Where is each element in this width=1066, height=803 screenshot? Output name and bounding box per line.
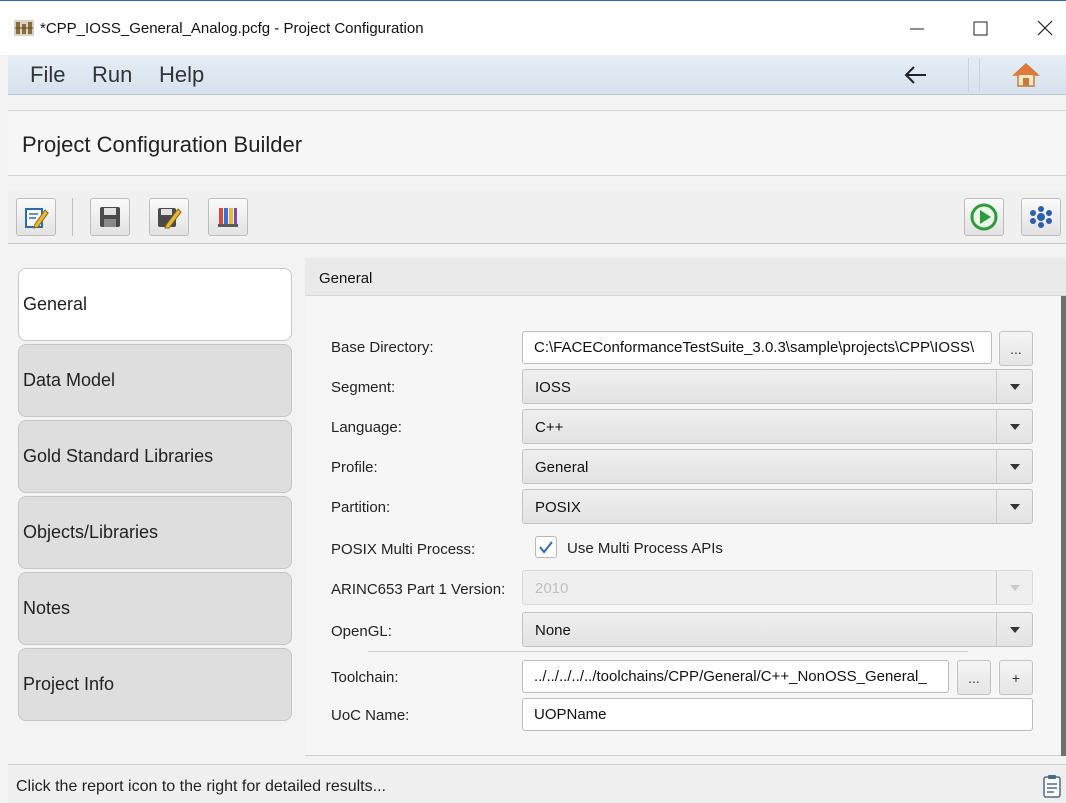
sidebar-item-data-model[interactable]: Data Model <box>18 344 292 417</box>
toolchain-browse-button[interactable]: ... <box>957 660 991 695</box>
posix-multi-process-label: POSIX Multi Process: <box>331 541 476 558</box>
edit-icon[interactable] <box>16 198 56 236</box>
status-bar: Click the report icon to the right for d… <box>8 764 1066 803</box>
general-panel: General Base Directory: C:\FACEConforman… <box>305 258 1066 758</box>
multi-process-checkbox-label[interactable]: Use Multi Process APIs <box>567 540 723 557</box>
profile-select[interactable]: General <box>522 449 1033 484</box>
sidebar-item-project-info[interactable]: Project Info <box>18 648 292 721</box>
toolchain-field[interactable]: ../../../../../toolchains/CPP/General/C+… <box>522 660 949 693</box>
header-band: Project Configuration Builder <box>8 110 1066 176</box>
menu-separator <box>968 58 980 92</box>
base-directory-browse-button[interactable]: ... <box>999 331 1033 366</box>
multi-process-checkbox[interactable] <box>535 536 557 558</box>
arrow-left-icon[interactable] <box>903 62 929 88</box>
sidebar-item-gold-standard-libraries[interactable]: Gold Standard Libraries <box>18 420 292 493</box>
partition-label: Partition: <box>331 499 391 516</box>
profile-value: General <box>535 459 589 476</box>
face-logo-icon <box>14 20 34 36</box>
sidebar-item-general[interactable]: General <box>18 268 292 341</box>
base-directory-label: Base Directory: <box>331 339 434 356</box>
page-title: Project Configuration Builder <box>22 132 303 157</box>
run-icon[interactable] <box>964 198 1004 236</box>
sidebar-item-label: Gold Standard Libraries <box>23 446 214 466</box>
toolchain-label: Toolchain: <box>331 669 399 686</box>
arinc653-version-value: 2010 <box>535 580 569 597</box>
arinc653-version-select: 2010 <box>522 570 1033 605</box>
save-icon[interactable] <box>90 198 130 236</box>
save-as-icon[interactable] <box>149 198 189 236</box>
chevron-down-icon <box>996 571 1032 604</box>
library-icon[interactable] <box>208 198 248 236</box>
close-icon[interactable] <box>1030 13 1060 43</box>
scrollbar[interactable] <box>1061 296 1066 756</box>
toolbar-divider <box>72 198 73 236</box>
sidebar-item-objects-libraries[interactable]: Objects/Libraries <box>18 496 292 569</box>
checkmark-icon <box>539 541 553 554</box>
partition-select[interactable]: POSIX <box>522 489 1033 524</box>
arinc653-version-label: ARINC653 Part 1 Version: <box>331 581 506 598</box>
sidebar-item-label: Notes <box>23 598 71 618</box>
language-select[interactable]: C++ <box>522 409 1033 444</box>
title-bar: *CPP_IOSS_General_Analog.pcfg - Project … <box>0 0 1066 55</box>
report-icon[interactable] <box>1042 774 1062 798</box>
sidebar-item-label: Data Model <box>23 370 116 390</box>
uoc-name-label: UoC Name: <box>331 707 410 724</box>
chevron-down-icon[interactable] <box>996 450 1032 483</box>
chevron-down-icon[interactable] <box>996 410 1032 443</box>
partition-value: POSIX <box>535 499 581 516</box>
section-divider <box>368 651 968 652</box>
minimize-icon[interactable] <box>902 13 932 43</box>
chevron-down-icon[interactable] <box>996 613 1032 646</box>
home-icon[interactable] <box>1012 61 1040 89</box>
menu-file[interactable]: File <box>30 62 65 88</box>
menu-run[interactable]: Run <box>92 62 132 88</box>
segment-label: Segment: <box>331 379 396 396</box>
uoc-name-field[interactable]: UOPName <box>522 698 1033 731</box>
sidebar: General Data Model Gold Standard Librari… <box>8 258 304 758</box>
sidebar-item-label: Project Info <box>23 674 115 694</box>
menu-help[interactable]: Help <box>159 62 204 88</box>
sidebar-item-notes[interactable]: Notes <box>18 572 292 645</box>
panel-title: General <box>319 270 373 287</box>
profile-label: Profile: <box>331 459 378 476</box>
opengl-label: OpenGL: <box>331 623 392 640</box>
status-message: Click the report icon to the right for d… <box>16 778 386 795</box>
panel-body: Base Directory: C:\FACEConformanceTestSu… <box>305 296 1061 756</box>
chevron-down-icon[interactable] <box>996 490 1032 523</box>
toolbar <box>8 190 1066 244</box>
segment-select[interactable]: IOSS <box>522 369 1033 404</box>
base-directory-field[interactable]: C:\FACEConformanceTestSuite_3.0.3\sample… <box>522 331 992 364</box>
opengl-select[interactable]: None <box>522 612 1033 647</box>
panel-header: General <box>305 258 1066 296</box>
config-icon[interactable] <box>1021 198 1061 236</box>
chevron-down-icon[interactable] <box>996 370 1032 403</box>
opengl-value: None <box>535 622 571 639</box>
sidebar-item-label: General <box>23 294 88 314</box>
language-label: Language: <box>331 419 402 436</box>
maximize-icon[interactable] <box>965 13 995 43</box>
language-value: C++ <box>535 419 564 436</box>
menu-bar: File Run Help <box>8 55 1066 95</box>
segment-value: IOSS <box>535 379 571 396</box>
window-title: *CPP_IOSS_General_Analog.pcfg - Project … <box>40 20 424 37</box>
sidebar-item-label: Objects/Libraries <box>23 522 159 542</box>
toolchain-add-button[interactable]: + <box>999 660 1033 695</box>
